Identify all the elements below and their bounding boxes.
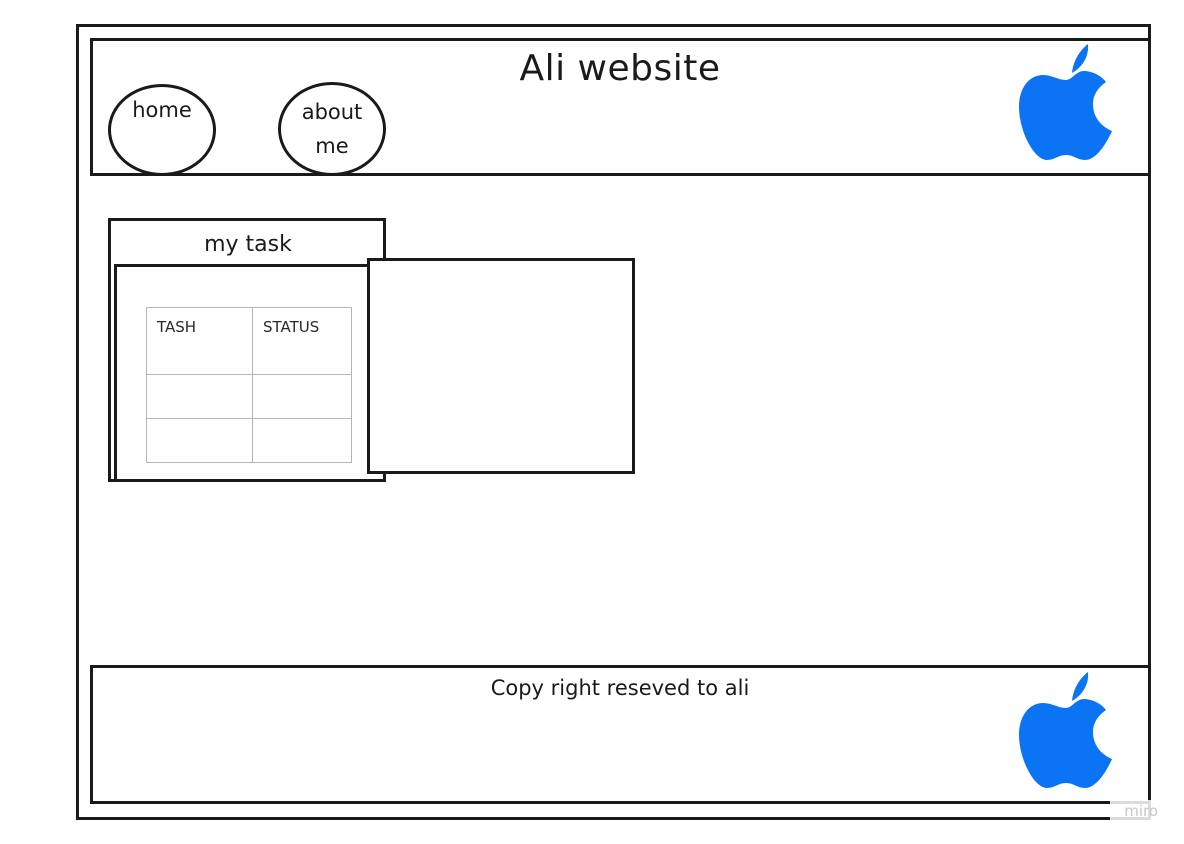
apple-logo-svg [1019, 44, 1112, 160]
table-cell [252, 374, 352, 419]
column-header-task: TASH [146, 307, 253, 375]
table-cell [252, 418, 352, 463]
task-panel-title: my task [204, 232, 292, 257]
miro-watermark: miro [1110, 800, 1158, 822]
table-row [146, 374, 352, 419]
table-header-row: TASH STATUS [146, 307, 352, 375]
nav-home-label: home [132, 98, 192, 122]
site-title: Ali website [519, 48, 721, 89]
content-placeholder-panel [367, 258, 635, 474]
apple-logo-svg [1019, 672, 1112, 788]
apple-icon [1018, 44, 1114, 162]
nav-about-me-button[interactable]: about me [278, 82, 386, 176]
table-cell [146, 418, 253, 463]
nav-home-button[interactable]: home [108, 84, 216, 176]
footer-copyright: Copy right reseved to ali [490, 676, 750, 700]
table-cell [146, 374, 253, 419]
task-table: TASH STATUS [146, 307, 352, 463]
apple-icon [1018, 672, 1114, 790]
nav-about-me-label: about me [301, 100, 363, 158]
column-header-status: STATUS [252, 307, 352, 375]
table-row [146, 418, 352, 463]
